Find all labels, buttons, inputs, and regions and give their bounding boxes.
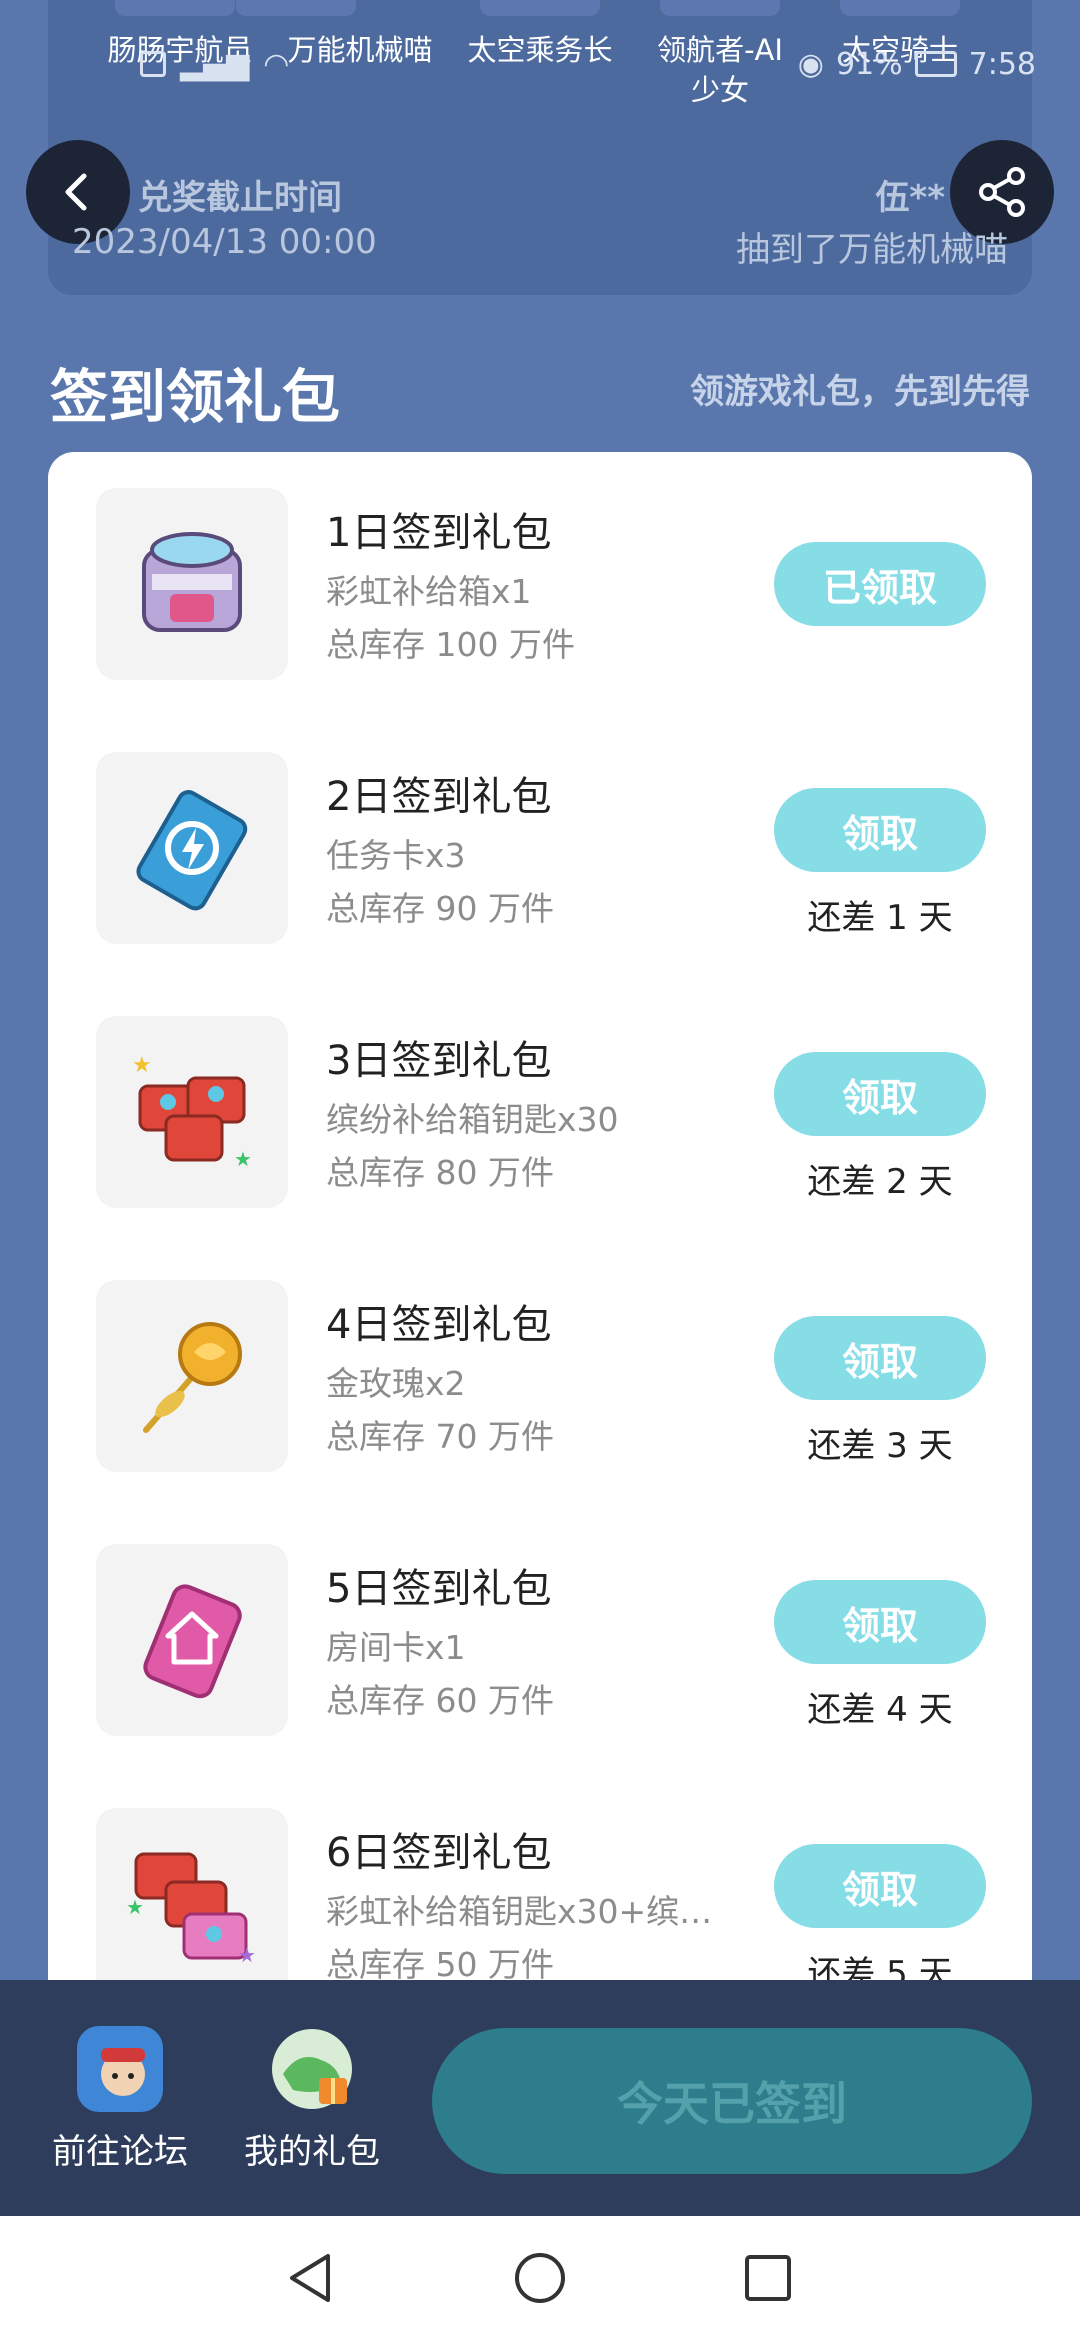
gift-item: 缤纷补给箱钥匙x30	[326, 1100, 619, 1139]
forum-avatar-icon	[77, 2026, 163, 2112]
forum-link[interactable]: 前往论坛	[35, 2026, 205, 2173]
wifi-icon: ◠	[263, 46, 290, 82]
gift-stock: 总库存 100 万件	[326, 625, 575, 664]
system-nav-bar	[0, 2216, 1080, 2340]
claimed-button[interactable]: 已领取	[774, 542, 986, 626]
gift-title: 1日签到礼包	[326, 510, 552, 556]
days-remaining: 还差 2 天	[807, 1162, 953, 1202]
gift-row: ★ ★ 3日签到礼包 缤纷补给箱钥匙x30 总库存 80 万件 领取 还差 2 …	[48, 980, 1032, 1244]
gift-row: 2日签到礼包 任务卡x3 总库存 90 万件 领取 还差 1 天	[48, 716, 1032, 980]
svg-text:★: ★	[234, 1147, 252, 1171]
gift-row: ★ ★ 6日签到礼包 彩虹补给箱钥匙x30+缤… 总库存 50 万件 领取 还差…	[48, 1772, 1032, 1992]
gift-item: 任务卡x3	[326, 836, 466, 875]
nav-home-icon[interactable]	[510, 2248, 570, 2308]
gift-title: 3日签到礼包	[326, 1038, 552, 1084]
claim-button[interactable]: 领取	[774, 788, 986, 872]
section-subtitle: 领游戏礼包，先到先得	[690, 372, 1030, 412]
chevron-left-icon	[65, 173, 87, 211]
signal-icon: ▂▄▆	[180, 46, 250, 82]
prize-thumb	[660, 0, 780, 16]
svg-text:★: ★	[126, 1895, 144, 1919]
rainbow-crate-icon	[142, 532, 242, 632]
sim-icon	[140, 51, 166, 77]
gift-stock: 总库存 70 万件	[326, 1417, 554, 1456]
prize-name: 领航者-AI 少女	[657, 33, 783, 107]
gift-title: 2日签到礼包	[326, 774, 552, 820]
svg-text:★: ★	[132, 1053, 152, 1078]
section-title: 签到领礼包	[50, 363, 341, 431]
days-remaining: 还差 3 天	[807, 1426, 953, 1466]
winner-name: 伍**	[875, 178, 945, 218]
svg-text:★: ★	[238, 1943, 256, 1967]
prize-name: 万能机械喵	[287, 33, 433, 67]
my-gifts-icon	[272, 2029, 352, 2109]
prize-thumb	[480, 0, 600, 16]
prize-thumb	[115, 0, 235, 16]
battery-percent: 91%	[835, 46, 903, 82]
prize-thumb	[840, 0, 960, 16]
golden-rose-icon	[143, 1322, 242, 1433]
prize-name: 太空乘务长	[467, 33, 613, 67]
gift-stock: 总库存 80 万件	[326, 1153, 554, 1192]
gift-row: 1日签到礼包 彩虹补给箱x1 总库存 100 万件 已领取	[48, 452, 1032, 716]
prize-thumb	[236, 0, 356, 16]
status-right: ◉ 91% 7:58	[798, 44, 1036, 84]
nav-recents-icon[interactable]	[738, 2248, 798, 2308]
battery-icon	[914, 51, 957, 77]
status-icons: ▂▄▆ ◠	[140, 44, 289, 84]
share-icon	[979, 167, 1025, 217]
gift-thumbnail	[96, 752, 288, 944]
gift-title: 6日签到礼包	[326, 1830, 552, 1876]
claim-button[interactable]: 领取	[774, 1844, 986, 1928]
mission-card-icon	[136, 790, 248, 911]
my-gifts-label: 我的礼包	[244, 2132, 380, 2172]
mixed-keys-icon: ★ ★	[126, 1852, 256, 1967]
my-gifts-link[interactable]: 我的礼包	[227, 2026, 397, 2173]
gift-item: 彩虹补给箱钥匙x30+缤…	[326, 1892, 713, 1931]
claim-button[interactable]: 领取	[774, 1580, 986, 1664]
gift-thumbnail: ★ ★	[96, 1016, 288, 1208]
room-card-icon	[143, 1584, 242, 1699]
gift-stock: 总库存 50 万件	[326, 1945, 554, 1984]
forum-label: 前往论坛	[52, 2132, 188, 2172]
eye-icon: ◉	[797, 46, 824, 82]
gift-stock: 总库存 60 万件	[326, 1681, 554, 1720]
checked-in-button[interactable]: 今天已签到	[432, 2028, 1032, 2174]
gift-list: 1日签到礼包 彩虹补给箱x1 总库存 100 万件 已领取 2日签到礼包 任务卡…	[48, 452, 1032, 1992]
supply-keys-icon: ★ ★	[132, 1053, 252, 1171]
gift-thumbnail	[96, 1280, 288, 1472]
deadline-value: 2023/04/13 00:00	[72, 222, 377, 262]
gift-title: 5日签到礼包	[326, 1566, 552, 1612]
winner-prize: 抽到了万能机械喵	[736, 230, 1008, 270]
claim-button[interactable]: 领取	[774, 1052, 986, 1136]
days-remaining: 还差 1 天	[807, 898, 953, 938]
gift-item: 金玫瑰x2	[326, 1364, 466, 1403]
gift-thumbnail	[96, 1544, 288, 1736]
days-remaining: 还差 4 天	[807, 1690, 953, 1730]
gift-thumbnail	[96, 488, 288, 680]
gift-title: 4日签到礼包	[326, 1302, 552, 1348]
gift-item: 房间卡x1	[326, 1628, 466, 1667]
claim-button[interactable]: 领取	[774, 1316, 986, 1400]
gift-item: 彩虹补给箱x1	[326, 572, 532, 611]
bottom-action-bar: 前往论坛 我的礼包 今天已签到	[0, 1980, 1080, 2216]
clock: 7:58	[968, 46, 1036, 82]
gift-row: 4日签到礼包 金玫瑰x2 总库存 70 万件 领取 还差 3 天	[48, 1244, 1032, 1508]
gift-thumbnail: ★ ★	[96, 1808, 288, 1992]
gift-stock: 总库存 90 万件	[326, 889, 554, 928]
gift-row: 5日签到礼包 房间卡x1 总库存 60 万件 领取 还差 4 天	[48, 1508, 1032, 1772]
deadline-label: 兑奖截止时间	[138, 178, 342, 218]
nav-back-icon[interactable]	[282, 2248, 342, 2308]
